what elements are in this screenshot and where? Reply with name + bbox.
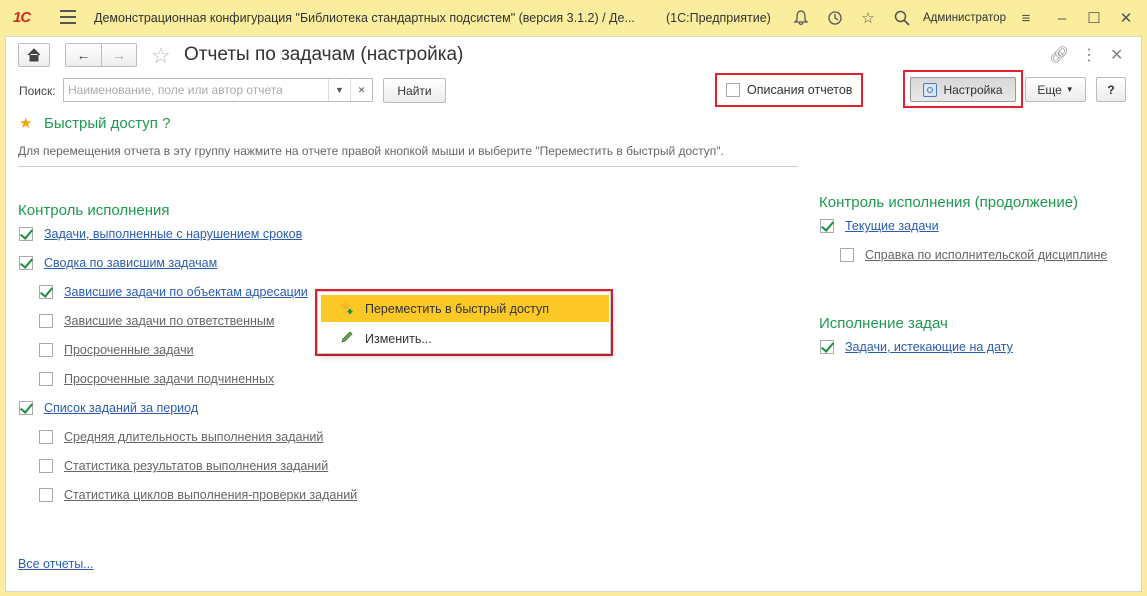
report-checkbox[interactable] — [39, 372, 53, 386]
user-name[interactable]: Администратор — [923, 12, 1006, 24]
right-group-1-title: Контроль исполнения (продолжение) — [819, 194, 1079, 211]
dropdown-arrow-icon[interactable]: ▼ — [328, 79, 350, 101]
report-checkbox[interactable] — [840, 248, 854, 262]
page-title: Отчеты по задачам (настройка) — [184, 44, 464, 65]
all-reports-link[interactable]: Все отчеты... — [18, 557, 94, 571]
star-plus-icon — [335, 300, 359, 317]
right-group-2-title: Исполнение задач — [819, 315, 948, 332]
report-checkbox[interactable] — [820, 340, 834, 354]
report-checkbox[interactable] — [19, 256, 33, 270]
report-link[interactable]: Зависшие задачи по ответственным — [64, 314, 274, 328]
report-item[interactable]: Сводка по зависшим задачам — [19, 256, 217, 270]
report-item[interactable]: Задачи, истекающие на дату — [820, 340, 1013, 354]
app-logo: 1С — [13, 9, 31, 26]
report-item[interactable]: Список заданий за период — [19, 401, 198, 415]
platform-label: (1С:Предприятие) — [666, 11, 771, 25]
report-checkbox[interactable] — [39, 285, 53, 299]
report-window: ← → ☆ Отчеты по задачам (настройка) 🔗︎ ⋮… — [5, 36, 1142, 592]
report-item[interactable]: Зависшие задачи по объектам адресации — [39, 285, 308, 299]
more-vertical-icon[interactable]: ⋮ — [1081, 45, 1097, 65]
menu-item-edit[interactable]: Изменить... — [321, 325, 609, 352]
report-link[interactable]: Задачи, истекающие на дату — [845, 340, 1013, 354]
descriptions-toggle[interactable]: Описания отчетов — [726, 83, 852, 97]
search-icon[interactable] — [892, 8, 912, 28]
quick-access-divider — [18, 166, 798, 167]
report-item[interactable]: Справка по исполнительской дисциплине — [840, 248, 1107, 262]
search-label: Поиск: — [19, 84, 56, 98]
search-box: ▼ ✕ — [63, 78, 373, 102]
report-checkbox[interactable] — [19, 401, 33, 415]
report-link[interactable]: Задачи, выполненные с нарушением сроков — [44, 227, 302, 241]
forward-button[interactable]: → — [101, 43, 137, 67]
window-title: Демонстрационная конфигурация "Библиотек… — [94, 11, 635, 25]
chevron-down-icon: ▼ — [1065, 85, 1074, 94]
search-input[interactable] — [64, 79, 328, 101]
window-close-icon[interactable]: ✕ — [1110, 45, 1123, 65]
report-link[interactable]: Текущие задачи — [845, 219, 939, 233]
report-checkbox[interactable] — [39, 488, 53, 502]
more-label: Еще — [1037, 82, 1062, 97]
settings-button[interactable]: Настройка — [910, 77, 1016, 102]
more-button[interactable]: Еще ▼ — [1025, 77, 1086, 102]
help-button[interactable]: ? — [1096, 77, 1126, 102]
menu-item-move-to-quick-access[interactable]: Переместить в быстрый доступ — [321, 295, 609, 322]
report-item[interactable]: Просроченные задачи подчиненных — [39, 372, 274, 386]
link-icon[interactable]: 🔗︎ — [1049, 45, 1069, 65]
report-item[interactable]: Текущие задачи — [820, 219, 939, 233]
quick-access-star-icon: ★ — [19, 115, 33, 132]
report-checkbox[interactable] — [820, 219, 834, 233]
report-link[interactable]: Средняя длительность выполнения заданий — [64, 430, 323, 444]
settings-icon — [923, 82, 938, 97]
menu-item-label: Изменить... — [365, 331, 432, 346]
settings-label: Настройка — [943, 82, 1003, 97]
report-item[interactable]: Зависшие задачи по ответственным — [39, 314, 274, 328]
report-link[interactable]: Сводка по зависшим задачам — [44, 256, 217, 270]
report-link[interactable]: Справка по исполнительской дисциплине — [865, 248, 1107, 262]
history-icon[interactable] — [825, 8, 845, 28]
quick-access-title: Быстрый доступ ? — [44, 115, 171, 132]
report-item[interactable]: Задачи, выполненные с нарушением сроков — [19, 227, 302, 241]
report-link[interactable]: Зависшие задачи по объектам адресации — [64, 285, 308, 299]
pencil-icon — [335, 330, 359, 347]
report-item[interactable]: Статистика результатов выполнения задани… — [39, 459, 328, 473]
report-link[interactable]: Просроченные задачи — [64, 343, 194, 357]
clear-icon[interactable]: ✕ — [350, 79, 372, 101]
report-checkbox[interactable] — [39, 459, 53, 473]
find-button[interactable]: Найти — [383, 78, 446, 103]
report-link[interactable]: Список заданий за период — [44, 401, 198, 415]
report-item[interactable]: Статистика циклов выполнения-проверки за… — [39, 488, 357, 502]
quick-access-hint: Для перемещения отчета в эту группу нажм… — [18, 144, 724, 158]
home-button[interactable] — [18, 43, 50, 67]
add-to-favorites-icon[interactable]: ☆ — [151, 43, 171, 69]
report-link[interactable]: Статистика результатов выполнения задани… — [64, 459, 328, 473]
menu-item-label: Переместить в быстрый доступ — [365, 301, 550, 316]
report-checkbox[interactable] — [39, 314, 53, 328]
menu-burger-icon[interactable] — [60, 10, 76, 24]
bell-icon[interactable] — [791, 8, 811, 28]
report-item[interactable]: Просроченные задачи — [39, 343, 194, 357]
report-checkbox[interactable] — [19, 227, 33, 241]
descriptions-label: Описания отчетов — [747, 83, 853, 97]
favorites-star-icon[interactable]: ☆ — [858, 8, 878, 28]
close-icon[interactable]: ✕ — [1116, 8, 1136, 28]
report-item[interactable]: Средняя длительность выполнения заданий — [39, 430, 323, 444]
back-button[interactable]: ← — [65, 43, 101, 67]
settings-menu-icon[interactable]: ≡ — [1016, 8, 1036, 28]
report-checkbox[interactable] — [39, 343, 53, 357]
report-link[interactable]: Просроченные задачи подчиненных — [64, 372, 274, 386]
descriptions-checkbox[interactable] — [726, 83, 740, 97]
quick-access-help[interactable]: ? — [162, 115, 170, 132]
report-link[interactable]: Статистика циклов выполнения-проверки за… — [64, 488, 357, 502]
minimize-icon[interactable]: – — [1052, 8, 1072, 28]
maximize-icon[interactable]: ☐ — [1084, 8, 1104, 28]
context-menu: Переместить в быстрый доступ Изменить... — [317, 291, 611, 354]
left-group-title: Контроль исполнения — [18, 202, 170, 219]
report-checkbox[interactable] — [39, 430, 53, 444]
app-titlebar: 1С Демонстрационная конфигурация "Библио… — [0, 0, 1147, 36]
